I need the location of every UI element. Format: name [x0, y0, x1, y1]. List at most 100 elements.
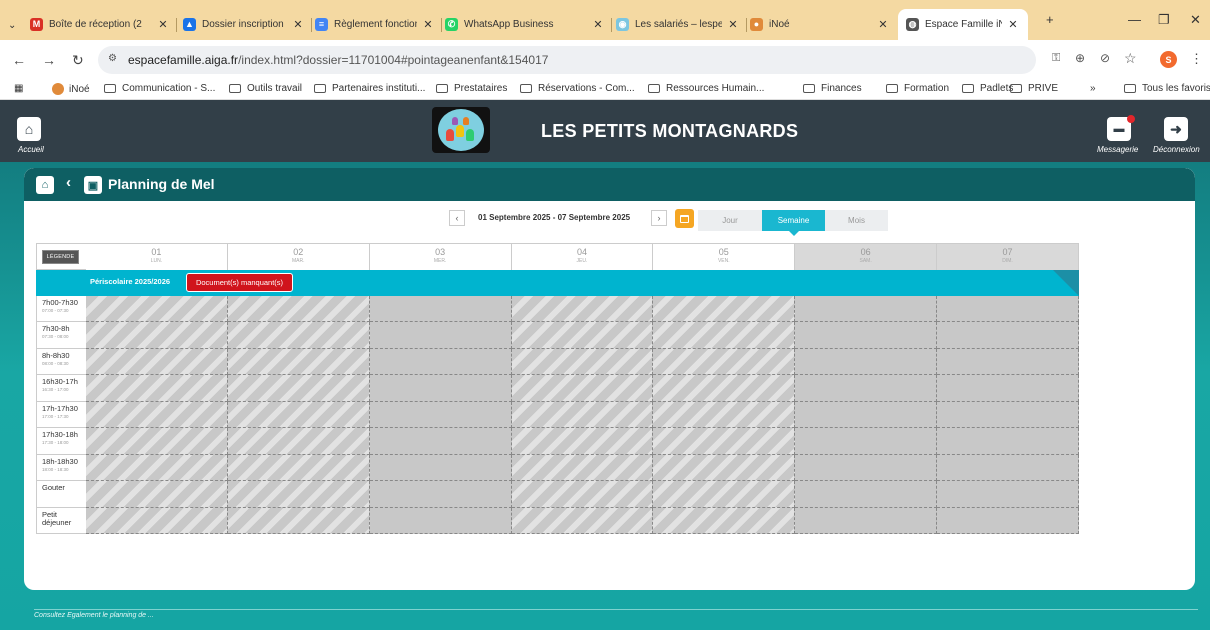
- schedule-cell[interactable]: [86, 375, 228, 402]
- zoom-icon[interactable]: ⊕: [1075, 51, 1085, 65]
- schedule-cell[interactable]: [86, 507, 228, 534]
- browser-tab[interactable]: ✆ WhatsApp Business ✕: [445, 13, 605, 35]
- view-day-button[interactable]: Jour: [698, 210, 762, 231]
- schedule-cell[interactable]: [86, 322, 228, 349]
- bookmark-item[interactable]: iNoé: [52, 83, 90, 95]
- schedule-cell[interactable]: [511, 428, 654, 455]
- schedule-cell[interactable]: [369, 348, 512, 376]
- schedule-cell[interactable]: [937, 507, 1079, 534]
- missing-documents-badge[interactable]: Document(s) manquant(s): [186, 273, 293, 292]
- view-week-button[interactable]: Semaine: [762, 210, 825, 231]
- schedule-cell[interactable]: [653, 454, 796, 482]
- schedule-cell[interactable]: [369, 481, 512, 508]
- schedule-cell[interactable]: [511, 401, 654, 429]
- schedule-cell[interactable]: [795, 296, 938, 323]
- panel-home-button[interactable]: ⌂: [36, 176, 54, 194]
- close-tab-icon[interactable]: ✕: [876, 18, 890, 31]
- schedule-cell[interactable]: [227, 401, 370, 429]
- back-button[interactable]: ←: [12, 52, 26, 68]
- browser-tab[interactable]: M Boîte de réception (2 ✕: [30, 13, 170, 35]
- schedule-cell[interactable]: [653, 296, 796, 323]
- schedule-cell[interactable]: [795, 454, 938, 482]
- schedule-cell[interactable]: [511, 322, 654, 349]
- close-tab-icon[interactable]: ✕: [726, 18, 740, 31]
- browser-tab[interactable]: ◉ Les salariés – lespetit ✕: [616, 13, 740, 35]
- schedule-cell[interactable]: [937, 296, 1079, 323]
- schedule-cell[interactable]: [795, 348, 938, 376]
- close-tab-icon[interactable]: ✕: [591, 18, 605, 31]
- site-info-icon[interactable]: ⚙: [108, 53, 117, 64]
- schedule-cell[interactable]: [227, 507, 370, 534]
- schedule-cell[interactable]: [937, 322, 1079, 349]
- schedule-cell[interactable]: [511, 454, 654, 482]
- back-chevron-icon[interactable]: ‹: [66, 174, 71, 191]
- date-picker-button[interactable]: [675, 209, 694, 228]
- all-favorites-folder[interactable]: Tous les favoris: [1124, 83, 1210, 94]
- reload-button[interactable]: ↻: [72, 52, 84, 69]
- schedule-cell[interactable]: [369, 322, 512, 349]
- schedule-cell[interactable]: [227, 296, 370, 323]
- schedule-cell[interactable]: [369, 401, 512, 429]
- bookmark-item[interactable]: Finances: [803, 83, 862, 94]
- schedule-cell[interactable]: [227, 375, 370, 402]
- bookmark-item[interactable]: Communication - S...: [104, 83, 215, 94]
- schedule-cell[interactable]: [369, 296, 512, 323]
- close-tab-icon[interactable]: ✕: [1006, 18, 1020, 31]
- close-window-button[interactable]: ✕: [1190, 12, 1201, 28]
- schedule-cell[interactable]: [227, 428, 370, 455]
- bookmark-item[interactable]: Padlets: [962, 83, 1013, 94]
- schedule-cell[interactable]: [653, 375, 796, 402]
- prev-week-button[interactable]: ‹: [449, 210, 465, 226]
- url-text[interactable]: espacefamille.aiga.fr/index.html?dossier…: [128, 53, 548, 67]
- star-icon[interactable]: ☆: [1124, 50, 1137, 67]
- schedule-cell[interactable]: [511, 481, 654, 508]
- schedule-cell[interactable]: [795, 375, 938, 402]
- schedule-cell[interactable]: [86, 454, 228, 482]
- schedule-cell[interactable]: [937, 348, 1079, 376]
- bookmark-item[interactable]: PRIVE: [1010, 83, 1058, 94]
- schedule-cell[interactable]: [937, 375, 1079, 402]
- bookmark-item[interactable]: Outils travail: [229, 83, 302, 94]
- logout-button[interactable]: ➜: [1164, 117, 1188, 141]
- new-tab-button[interactable]: +: [1046, 12, 1054, 27]
- next-week-button[interactable]: ›: [651, 210, 667, 226]
- schedule-cell[interactable]: [86, 348, 228, 376]
- schedule-cell[interactable]: [86, 296, 228, 323]
- schedule-cell[interactable]: [795, 428, 938, 455]
- schedule-cell[interactable]: [795, 322, 938, 349]
- browser-tab[interactable]: ≡ Règlement fonctionn ✕: [315, 13, 435, 35]
- schedule-cell[interactable]: [795, 507, 938, 534]
- view-month-button[interactable]: Mois: [825, 210, 888, 231]
- bookmark-item[interactable]: Partenaires instituti...: [314, 83, 425, 94]
- forward-button[interactable]: →: [42, 52, 56, 68]
- menu-icon[interactable]: ⋮: [1190, 51, 1203, 67]
- footer-link[interactable]: Consultez Egalement le planning de ...: [34, 612, 154, 619]
- close-tab-icon[interactable]: ✕: [156, 18, 170, 31]
- schedule-cell[interactable]: [795, 481, 938, 508]
- schedule-cell[interactable]: [227, 454, 370, 482]
- schedule-cell[interactable]: [227, 481, 370, 508]
- schedule-cell[interactable]: [653, 481, 796, 508]
- schedule-cell[interactable]: [937, 401, 1079, 429]
- schedule-cell[interactable]: [227, 322, 370, 349]
- schedule-cell[interactable]: [369, 507, 512, 534]
- key-icon[interactable]: ⚿: [1052, 52, 1060, 65]
- schedule-cell[interactable]: [653, 507, 796, 534]
- schedule-cell[interactable]: [511, 507, 654, 534]
- schedule-cell[interactable]: [227, 348, 370, 376]
- schedule-cell[interactable]: [86, 401, 228, 429]
- close-tab-icon[interactable]: ✕: [421, 18, 435, 31]
- restore-button[interactable]: ❐: [1158, 12, 1170, 28]
- minimize-button[interactable]: —: [1128, 12, 1141, 27]
- browser-tab[interactable]: ● iNoé ✕: [750, 13, 890, 35]
- schedule-cell[interactable]: [511, 296, 654, 323]
- browser-tab[interactable]: ◍ Espace Famille iNoe ✕: [898, 9, 1028, 40]
- bookmark-item[interactable]: Ressources Humain...: [648, 83, 764, 94]
- schedule-cell[interactable]: [653, 428, 796, 455]
- schedule-cell[interactable]: [937, 481, 1079, 508]
- schedule-cell[interactable]: [511, 375, 654, 402]
- profile-avatar[interactable]: S: [1160, 51, 1177, 68]
- schedule-cell[interactable]: [369, 428, 512, 455]
- apps-grid-icon[interactable]: ▦: [14, 83, 23, 94]
- bookmark-item[interactable]: Prestataires: [436, 83, 507, 94]
